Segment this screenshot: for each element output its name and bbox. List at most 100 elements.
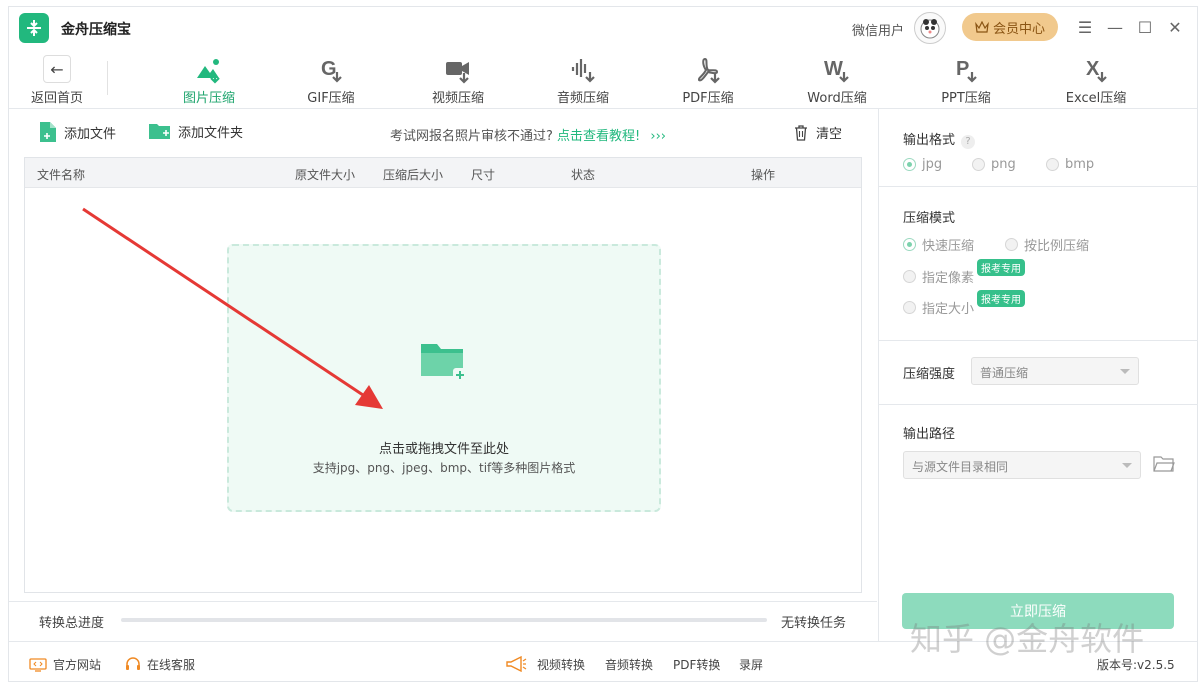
official-website-link[interactable]: 官方网站: [29, 656, 101, 673]
col-status: 状态: [571, 168, 596, 182]
col-ops: 操作: [751, 168, 776, 182]
crown-icon: [975, 21, 989, 33]
compress-strength-select[interactable]: 普通压缩: [971, 357, 1139, 385]
app-title: 金舟压缩宝: [61, 22, 131, 38]
col-orig-size: 原文件大小: [295, 168, 356, 182]
add-folder-icon: [149, 124, 170, 139]
output-path-title: 输出路径: [903, 427, 956, 442]
add-folder-button[interactable]: 添加文件夹: [148, 121, 243, 141]
format-bmp-radio[interactable]: bmp: [1046, 157, 1094, 172]
table-header: 文件名称 原文件大小 压缩后大小 尺寸 状态 操作: [25, 158, 861, 188]
tab-video-compress[interactable]: 视频压缩: [413, 55, 503, 106]
svg-text:W: W: [824, 58, 843, 80]
output-path-select[interactable]: 与源文件目录相同: [903, 451, 1141, 479]
menu-icon[interactable]: ☰: [1075, 17, 1095, 37]
tab-gif-compress[interactable]: G GIF压缩: [286, 55, 376, 106]
add-folder-label: 添加文件夹: [178, 125, 244, 141]
tab-label: 音频压缩: [556, 91, 609, 106]
compress-mode-section: 压缩模式 快速压缩 按比例压缩 指定像素 报考专用 指定大小 报考专用: [879, 187, 1198, 341]
radio-label: 按比例压缩: [1024, 239, 1090, 254]
close-icon[interactable]: ✕: [1165, 17, 1185, 37]
svg-text:X: X: [1086, 58, 1100, 80]
mode-size-radio[interactable]: 指定大小 报考专用: [903, 290, 1025, 317]
audio-convert-link[interactable]: 音频转换: [605, 656, 653, 673]
tab-image-compress[interactable]: 图片压缩: [164, 55, 254, 106]
vip-label: 会员中心: [992, 21, 1045, 37]
output-format-label: 输出格式: [903, 133, 956, 148]
word-icon: W: [792, 55, 882, 85]
add-file-label: 添加文件: [64, 126, 117, 142]
radio-label: png: [991, 157, 1016, 172]
output-format-section: 输出格式? jpg png bmp: [879, 109, 1198, 187]
video-convert-link[interactable]: 视频转换: [537, 656, 585, 673]
output-path-value: 与源文件目录相同: [912, 460, 1009, 474]
action-bar: 添加文件 添加文件夹 考试网报名照片审核不通过? 点击查看教程! ››› 清空: [24, 109, 862, 157]
output-format-title: 输出格式?: [903, 129, 976, 149]
mode-fast-radio[interactable]: 快速压缩: [903, 235, 974, 254]
gif-icon: G: [286, 55, 376, 85]
tab-pdf-compress[interactable]: PDF压缩: [663, 55, 753, 106]
tab-label: Excel压缩: [1065, 91, 1127, 106]
monitor-icon: [29, 657, 47, 672]
maximize-icon[interactable]: ☐: [1135, 17, 1155, 37]
radio-label: jpg: [922, 157, 943, 172]
tool-bar: ← 返回首页 图片压缩 G GIF压缩 视频压缩 音频压缩 PDF压缩 W Wo…: [9, 49, 1197, 109]
tab-ppt-compress[interactable]: P PPT压缩: [921, 55, 1011, 106]
col-file-name: 文件名称: [37, 168, 86, 182]
settings-panel: 输出格式? jpg png bmp 压缩模式 快速压缩 按比例压缩 指定像素 报考…: [878, 109, 1198, 641]
compress-strength-section: 压缩强度 普通压缩: [879, 341, 1198, 405]
pdf-icon: [663, 55, 753, 85]
help-icon[interactable]: ?: [961, 135, 976, 149]
format-png-radio[interactable]: png: [972, 157, 1016, 172]
radio-label: bmp: [1065, 157, 1095, 172]
audio-icon: [538, 55, 628, 85]
add-file-icon: [40, 122, 56, 142]
back-arrow-icon: ←: [43, 55, 71, 83]
trash-icon: [795, 124, 807, 141]
vip-center-button[interactable]: 会员中心: [962, 13, 1058, 41]
headset-icon: [126, 656, 140, 670]
drop-zone-formats: 支持jpg、png、jpeg、bmp、tif等多种图片格式: [312, 461, 576, 475]
website-label: 官方网站: [53, 658, 102, 672]
tutorial-link[interactable]: 点击查看教程!: [557, 129, 640, 144]
clear-button[interactable]: 清空: [794, 123, 842, 142]
mode-pixel-radio[interactable]: 指定像素 报考专用: [903, 259, 1025, 286]
online-support-link[interactable]: 在线客服: [125, 656, 195, 673]
exam-tag-badge: 报考专用: [977, 290, 1025, 307]
tab-label: PPT压缩: [941, 91, 991, 106]
strength-value: 普通压缩: [980, 366, 1029, 380]
back-home-button[interactable]: ← 返回首页: [27, 55, 87, 106]
title-bar: 金舟压缩宝 微信用户 会员中心 ☰ — ☐ ✕: [9, 7, 1197, 49]
user-name[interactable]: 微信用户: [852, 20, 904, 39]
exam-tag-badge: 报考专用: [977, 259, 1025, 276]
chevrons-right-icon: ›››: [650, 129, 667, 144]
mode-ratio-radio[interactable]: 按比例压缩: [1005, 235, 1089, 254]
tab-label: 视频压缩: [431, 91, 484, 106]
pdf-convert-link[interactable]: PDF转换: [673, 656, 720, 673]
tab-excel-compress[interactable]: X Excel压缩: [1051, 55, 1141, 106]
tab-label: GIF压缩: [307, 91, 355, 106]
toolbar-divider: [107, 61, 108, 95]
radio-label: 指定像素: [922, 271, 975, 286]
add-file-button[interactable]: 添加文件: [38, 121, 116, 143]
browse-folder-icon[interactable]: [1153, 455, 1175, 477]
notice-text: 考试网报名照片审核不通过?: [390, 129, 553, 144]
screen-record-link[interactable]: 录屏: [739, 656, 763, 673]
minimize-icon[interactable]: —: [1105, 17, 1125, 37]
format-jpg-radio[interactable]: jpg: [903, 157, 942, 172]
compress-strength-title: 压缩强度: [903, 367, 956, 382]
avatar[interactable]: [914, 12, 946, 44]
progress-status: 无转换任务: [781, 616, 847, 631]
support-label: 在线客服: [147, 658, 196, 672]
exam-photo-notice: 考试网报名照片审核不通过? 点击查看教程! ›››: [390, 125, 666, 144]
drop-zone-title: 点击或拖拽文件至此处: [378, 442, 509, 457]
progress-track: [121, 618, 767, 622]
video-icon: [413, 55, 503, 85]
tab-label: 图片压缩: [182, 91, 235, 106]
app-logo-icon: [19, 13, 49, 43]
app-window: 金舟压缩宝 微信用户 会员中心 ☰ — ☐ ✕ ← 返回首页 图片压缩 G GI…: [8, 6, 1198, 682]
radio-label: 指定大小: [922, 302, 975, 317]
chevron-down-icon: [1120, 369, 1130, 374]
tab-word-compress[interactable]: W Word压缩: [792, 55, 882, 106]
tab-audio-compress[interactable]: 音频压缩: [538, 55, 628, 106]
